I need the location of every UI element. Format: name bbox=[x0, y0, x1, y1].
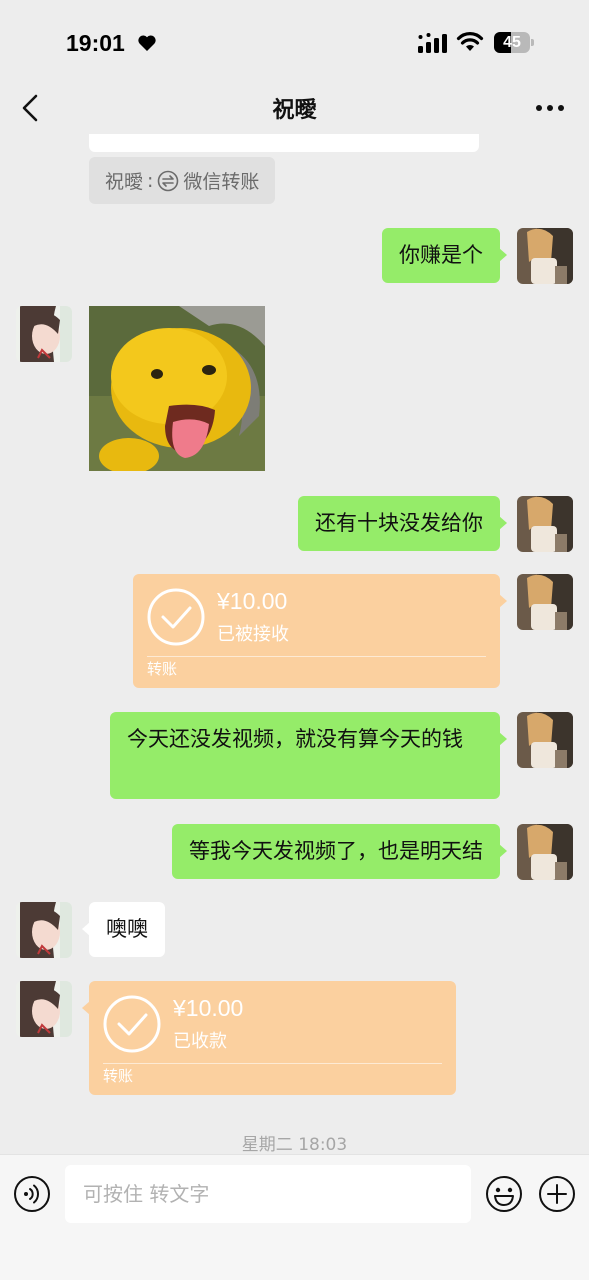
transfer-divider bbox=[147, 656, 486, 657]
emoji-icon[interactable] bbox=[485, 1175, 523, 1213]
message-text: 噢噢 bbox=[106, 917, 148, 941]
voice-icon[interactable] bbox=[13, 1175, 51, 1213]
exchange-icon bbox=[158, 170, 179, 191]
sent-message-bubble[interactable]: 等我今天发视频了，也是明天结 bbox=[172, 824, 507, 879]
message-bubble-partial[interactable] bbox=[89, 134, 479, 152]
yellow-character-sticker[interactable] bbox=[89, 306, 265, 471]
transfer-divider bbox=[103, 1063, 442, 1064]
transfer-status: 已收款 bbox=[173, 1031, 227, 1052]
transfer-amount: ¥10.00 bbox=[173, 995, 244, 1021]
battery-level: 45 bbox=[503, 34, 521, 51]
battery-icon: 45 bbox=[494, 32, 534, 53]
contact-avatar[interactable] bbox=[16, 981, 72, 1037]
chat-title: 祝曖 bbox=[272, 98, 317, 123]
my-avatar[interactable] bbox=[517, 496, 573, 552]
transfer-label: 转账 bbox=[103, 1067, 134, 1085]
message-input[interactable] bbox=[65, 1165, 471, 1223]
my-avatar[interactable] bbox=[517, 228, 573, 284]
sent-message-bubble[interactable]: 今天还没发视频，就没有算今天的钱 bbox=[110, 712, 507, 799]
transfer-card-sent[interactable]: ¥10.00 已被接收 转账 bbox=[133, 574, 507, 688]
wifi-icon bbox=[456, 32, 484, 51]
check-circle-icon bbox=[103, 995, 161, 1053]
my-avatar[interactable] bbox=[517, 574, 573, 630]
message-text: 你赚是个 bbox=[399, 243, 483, 267]
quote-sender: 祝曖 bbox=[105, 171, 144, 193]
message-text: 等我今天发视频了，也是明天结 bbox=[189, 839, 483, 863]
transfer-amount: ¥10.00 bbox=[217, 588, 288, 614]
check-circle-icon bbox=[147, 588, 205, 646]
transfer-label: 转账 bbox=[147, 660, 178, 678]
heart-icon bbox=[138, 35, 156, 51]
contact-avatar[interactable] bbox=[16, 306, 72, 362]
message-timestamp: 星期二 18:03 bbox=[241, 1135, 348, 1154]
contact-avatar[interactable] bbox=[16, 902, 72, 958]
signal-icon bbox=[418, 33, 447, 53]
chat-header: 祝曖 bbox=[0, 82, 589, 134]
plus-icon[interactable] bbox=[538, 1175, 576, 1213]
transfer-card-received[interactable]: ¥10.00 已收款 转账 bbox=[82, 981, 456, 1095]
my-avatar[interactable] bbox=[517, 824, 573, 880]
sent-message-bubble[interactable]: 你赚是个 bbox=[382, 228, 507, 283]
quote-text: 微信转账 bbox=[183, 171, 260, 193]
message-input-bar bbox=[0, 1154, 589, 1280]
received-message-bubble[interactable]: 噢噢 bbox=[82, 902, 165, 957]
quoted-message[interactable]: 祝曖 : 微信转账 bbox=[89, 157, 276, 204]
message-text: 今天还没发视频，就没有算今天的钱 bbox=[127, 727, 463, 751]
more-options-button[interactable] bbox=[530, 90, 570, 126]
transfer-status: 已被接收 bbox=[217, 624, 289, 645]
my-avatar[interactable] bbox=[517, 712, 573, 768]
quote-separator: : bbox=[147, 169, 154, 192]
chat-message-list[interactable]: 祝曖 : 微信转账 你赚是个 还有十块没发给你 ¥10.00 已被接收 转账 今… bbox=[0, 134, 589, 1154]
status-time: 19:01 bbox=[66, 30, 125, 56]
message-text: 还有十块没发给你 bbox=[315, 511, 483, 535]
status-bar: 19:01 45 bbox=[0, 0, 589, 82]
sent-message-bubble[interactable]: 还有十块没发给你 bbox=[298, 496, 507, 551]
